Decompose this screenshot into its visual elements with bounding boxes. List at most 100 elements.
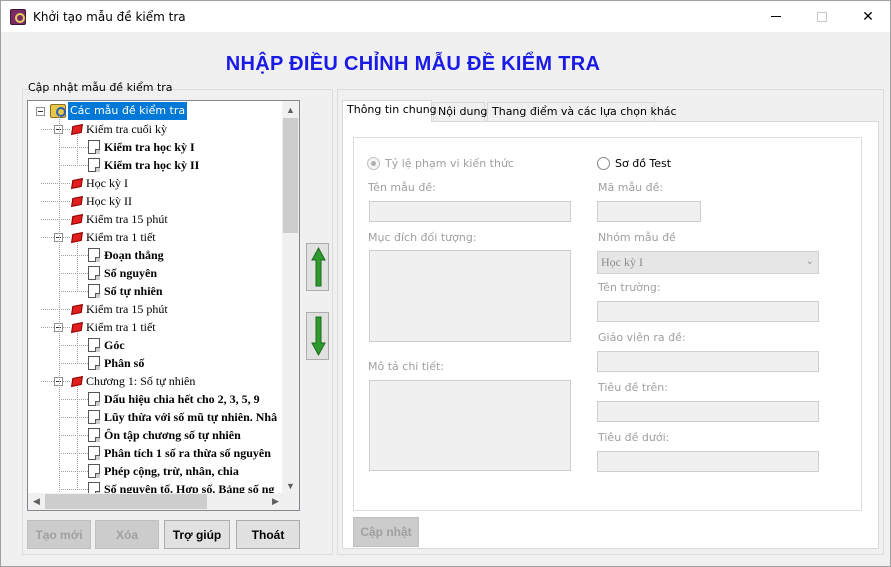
school-label: Tên trường: — [598, 281, 661, 294]
template-code-field[interactable] — [597, 201, 701, 222]
scroll-up-icon[interactable]: ▲ — [282, 101, 299, 118]
tab-scoring[interactable]: Thang điểm và các lựa chọn khác — [487, 102, 677, 121]
tree-template-node[interactable]: Phân số — [88, 354, 146, 372]
tree-category-node[interactable]: Chương 1: Số tự nhiên — [70, 372, 197, 390]
tree-node-label: Các mẫu đề kiểm tra — [68, 102, 188, 120]
header-bottom-field[interactable] — [597, 451, 819, 472]
tree-connector — [59, 453, 88, 454]
tree-connector — [59, 147, 88, 148]
tree-node-label: Kiểm tra 15 phút — [86, 302, 168, 316]
vertical-scroll-thumb[interactable] — [283, 118, 298, 233]
move-up-arrow-icon — [311, 246, 326, 287]
tree-connector — [59, 165, 88, 166]
book-icon — [70, 322, 84, 332]
window-title: Khởi tạo mẫu đề kiểm tra — [33, 10, 186, 24]
close-button[interactable]: ✕ — [845, 1, 891, 32]
horizontal-scroll-thumb[interactable] — [45, 494, 207, 509]
document-icon — [88, 464, 100, 478]
tree-node-label: Học kỳ I — [86, 176, 128, 190]
maximize-button[interactable] — [799, 1, 845, 32]
tab-content[interactable]: Nội dung — [433, 102, 487, 121]
group-select[interactable]: Học kỳ I ⌄ — [597, 251, 819, 274]
tree-connector — [59, 363, 88, 364]
tree-root-node[interactable]: Các mẫu đề kiểm tra — [50, 102, 188, 120]
document-icon — [88, 446, 100, 460]
tree-category-node[interactable]: Kiểm tra cuối kỳ — [70, 120, 169, 138]
book-icon — [70, 232, 84, 242]
tree-template-node[interactable]: Đoạn thẳng — [88, 246, 166, 264]
tree-template-node[interactable]: Dấu hiệu chia hết cho 2, 3, 5, 9 — [88, 390, 262, 408]
template-name-field[interactable] — [369, 201, 571, 222]
tab-general[interactable]: Thông tin chung — [342, 100, 437, 122]
detail-textarea[interactable] — [369, 380, 571, 471]
tree-node-label: Kiểm tra 1 tiết — [86, 320, 156, 334]
tree-connector — [77, 387, 78, 490]
tree-template-node[interactable]: Phép cộng, trừ, nhân, chia — [88, 462, 241, 480]
document-icon — [88, 266, 100, 280]
move-up-button[interactable] — [306, 243, 329, 291]
update-button[interactable]: Cập nhật — [353, 517, 419, 547]
teacher-label: Giáo viên ra đề: — [598, 331, 686, 344]
tree-template-node[interactable]: Kiểm tra học kỳ I — [88, 138, 197, 156]
book-icon — [70, 124, 84, 134]
delete-button[interactable]: Xóa — [95, 520, 159, 549]
tree-category-node[interactable]: Kiểm tra 1 tiết — [70, 318, 158, 336]
document-icon — [88, 158, 100, 172]
tree-template-node[interactable]: Kiểm tra học kỳ II — [88, 156, 201, 174]
purpose-textarea[interactable] — [369, 250, 571, 342]
tree-category-node[interactable]: Học kỳ I — [70, 174, 130, 192]
tree-vertical-scrollbar[interactable]: ▲ ▼ — [282, 101, 299, 494]
new-button[interactable]: Tạo mới — [27, 520, 91, 549]
tree-template-node[interactable]: Phân tích 1 số ra thừa số nguyên — [88, 444, 273, 462]
move-down-arrow-icon — [311, 316, 326, 357]
ratio-radio[interactable] — [367, 157, 380, 170]
tree-horizontal-scrollbar[interactable]: ◀ ▶ — [28, 493, 284, 510]
tree-category-node[interactable]: Kiểm tra 15 phút — [70, 300, 170, 318]
help-button[interactable]: Trợ giúp — [164, 520, 230, 549]
tree-category-node[interactable]: Kiểm tra 15 phút — [70, 210, 170, 228]
tree-category-node[interactable]: Học kỳ II — [70, 192, 134, 210]
chevron-down-icon: ⌄ — [805, 256, 814, 267]
app-icon — [10, 9, 26, 25]
tree-template-node[interactable]: Lũy thừa với số mũ tự nhiên. Nhâ — [88, 408, 279, 426]
document-icon — [88, 338, 100, 352]
tree-connector — [59, 435, 88, 436]
tree-connector — [77, 135, 78, 166]
tree-connector — [59, 489, 88, 490]
detail-label: Mô tả chi tiết: — [368, 360, 444, 373]
scroll-corner — [282, 493, 299, 510]
tree-connector — [41, 183, 70, 184]
book-icon — [70, 196, 84, 206]
test-diagram-radio[interactable] — [597, 157, 610, 170]
tree-node-label: Kiểm tra 1 tiết — [86, 230, 156, 244]
tree-connector — [41, 201, 70, 202]
scroll-left-icon[interactable]: ◀ — [28, 493, 45, 510]
tree-connector — [59, 291, 88, 292]
header-top-label: Tiêu đề trên: — [598, 381, 668, 394]
tree-category-node[interactable]: Kiểm tra 1 tiết — [70, 228, 158, 246]
school-field[interactable] — [597, 301, 819, 322]
title-bar: Khởi tạo mẫu đề kiểm tra ✕ — [1, 1, 890, 32]
tree-template-node[interactable]: Góc — [88, 336, 127, 354]
document-icon — [88, 140, 100, 154]
tree-template-node[interactable]: Số nguyên tố. Hợp số. Bảng số ng — [88, 480, 276, 494]
template-tree[interactable]: Các mẫu đề kiểm tra Kiểm tra cuối kỳ Kiểm … — [27, 100, 300, 511]
tree-template-node[interactable]: Số nguyên — [88, 264, 159, 282]
move-down-button[interactable] — [306, 312, 329, 360]
minimize-icon — [771, 16, 781, 17]
exit-button[interactable]: Thoát — [236, 520, 300, 549]
tree-template-node[interactable]: Số tự nhiên — [88, 282, 165, 300]
template-name-label: Tên mẫu đề: — [368, 181, 436, 194]
tree-node-label: Phân tích 1 số ra thừa số nguyên — [104, 446, 271, 460]
teacher-field[interactable] — [597, 351, 819, 372]
document-icon — [88, 356, 100, 370]
tree-node-label: Góc — [104, 338, 125, 352]
header-bottom-label: Tiêu đề dưới: — [598, 431, 670, 444]
tree-template-node[interactable]: Ôn tập chương số tự nhiên — [88, 426, 243, 444]
tree-node-label: Dấu hiệu chia hết cho 2, 3, 5, 9 — [104, 392, 260, 406]
maximize-icon — [817, 11, 827, 22]
header-top-field[interactable] — [597, 401, 819, 422]
minimize-button[interactable] — [753, 1, 799, 32]
scroll-down-icon[interactable]: ▼ — [282, 477, 299, 494]
collapse-toggle-icon[interactable] — [36, 107, 45, 116]
